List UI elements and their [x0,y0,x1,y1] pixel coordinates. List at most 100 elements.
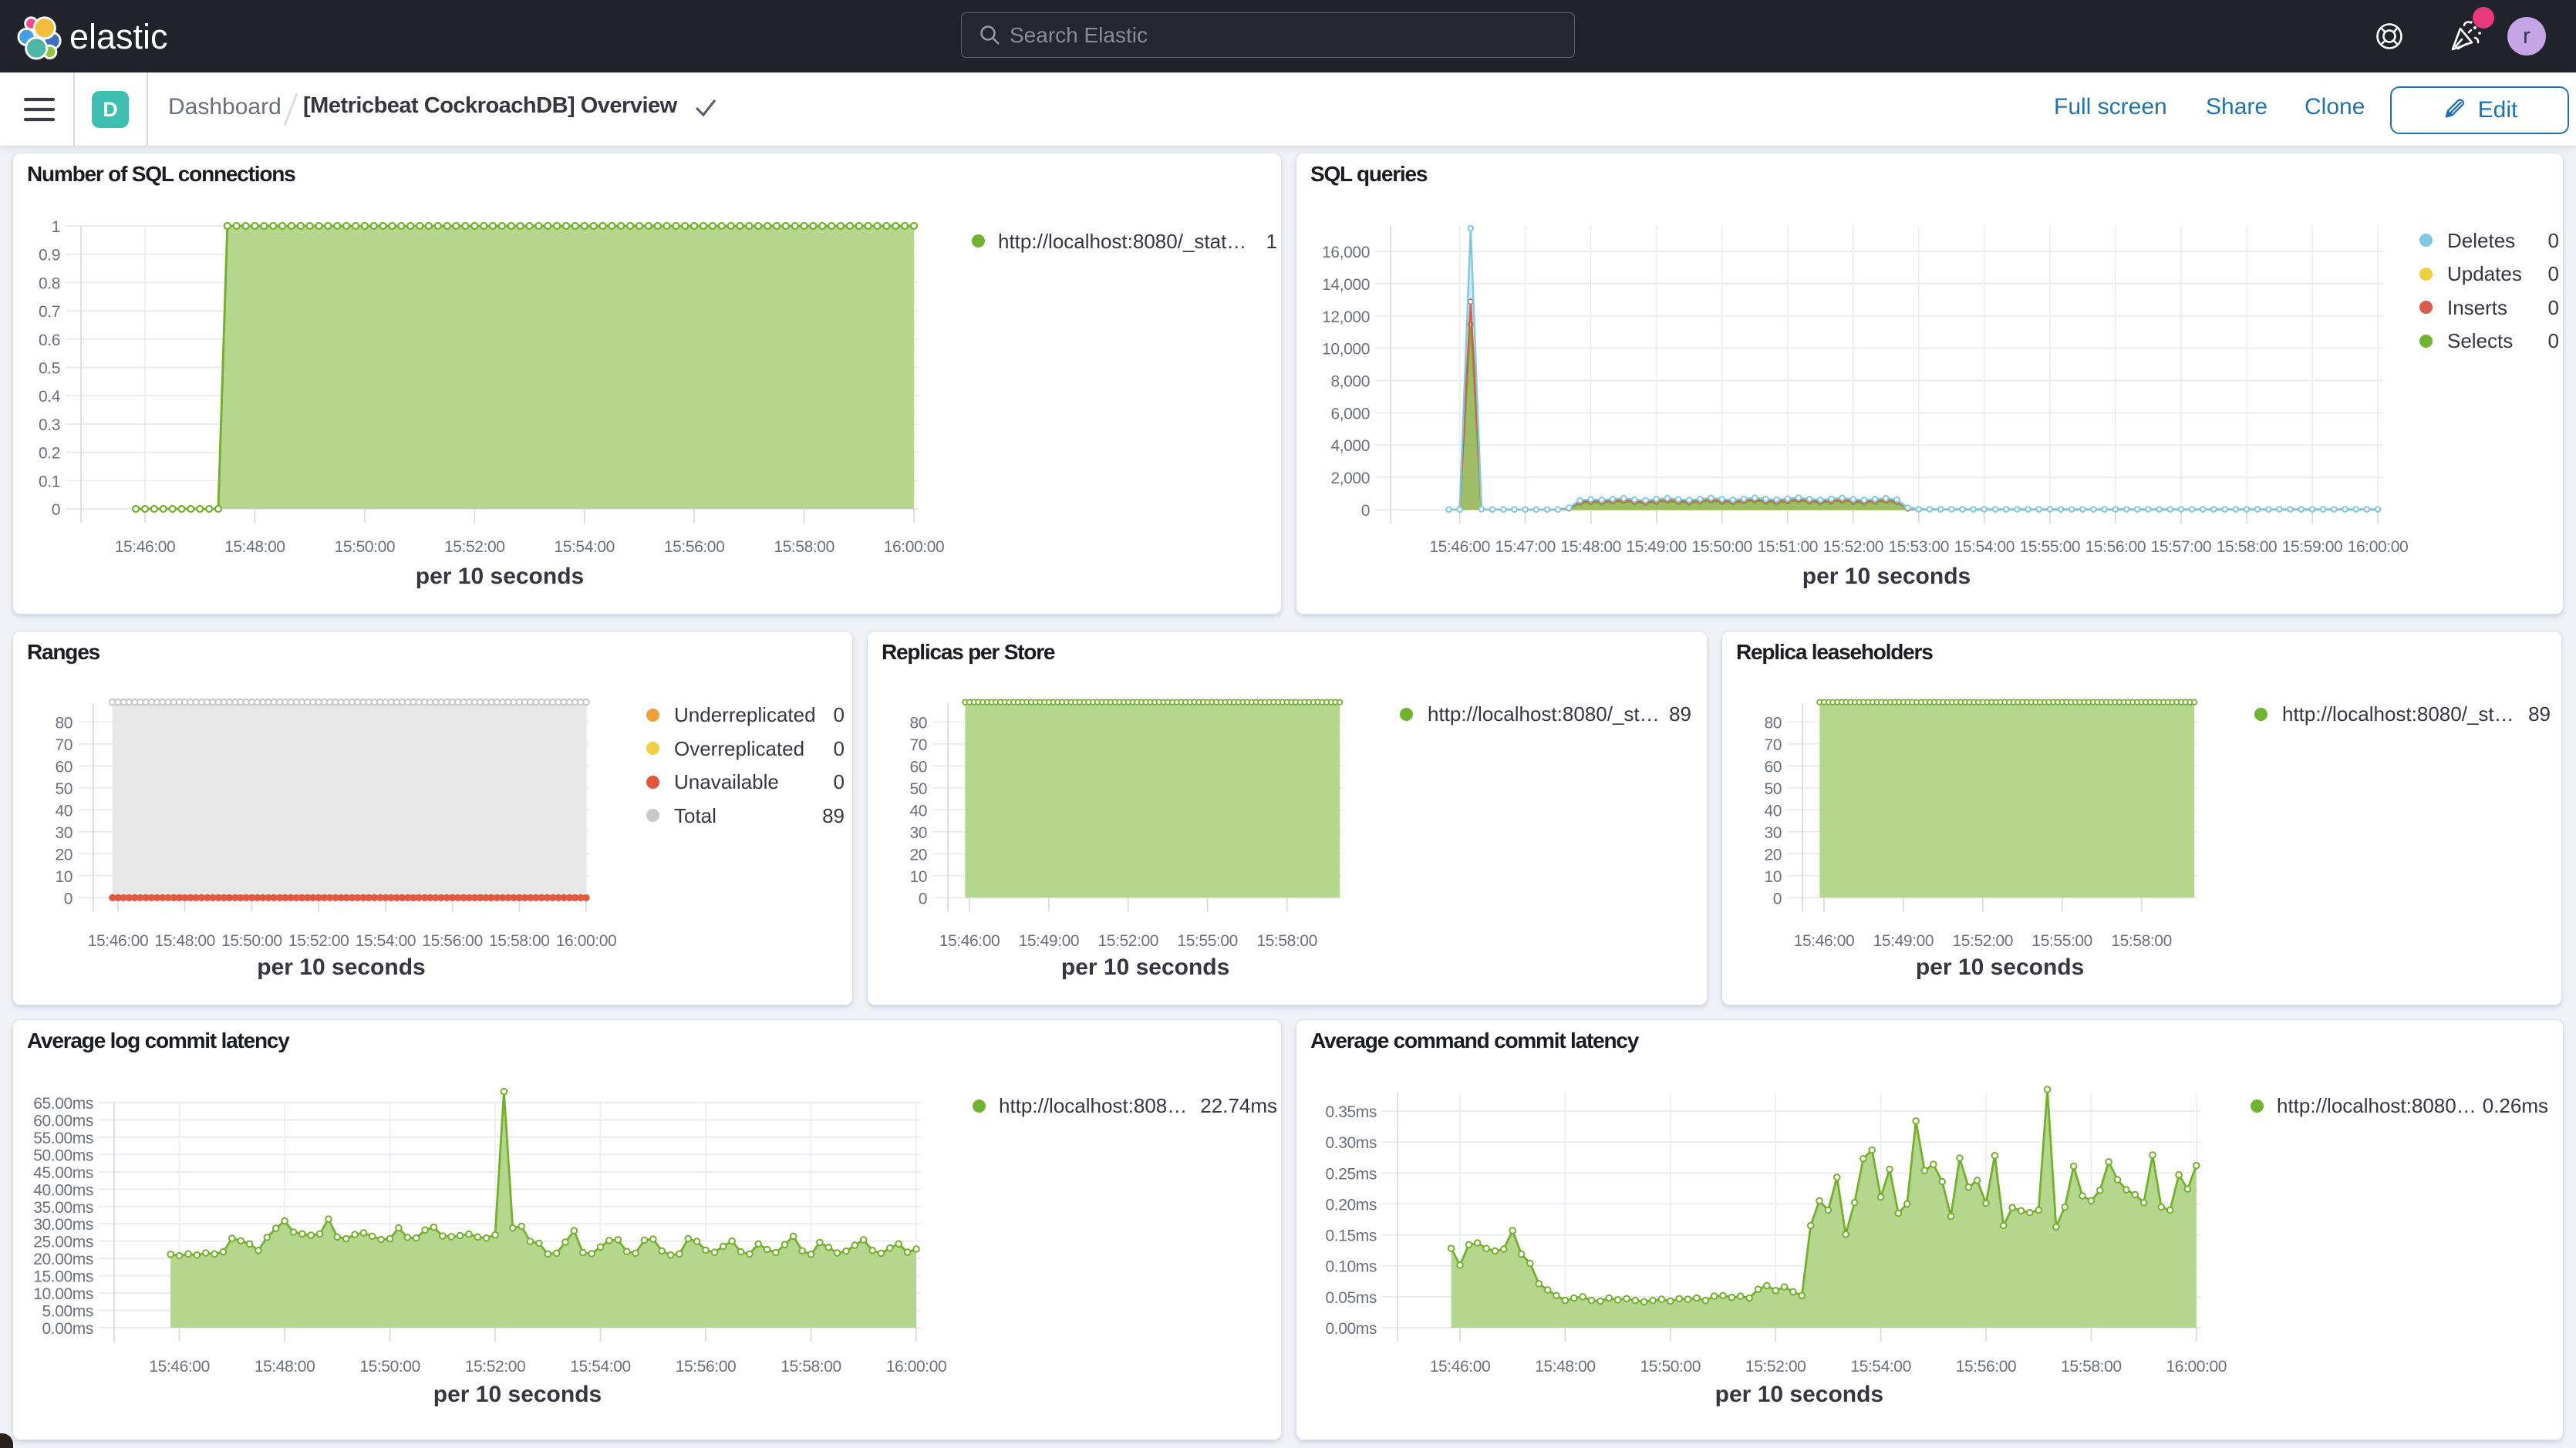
svg-text:5.00ms: 5.00ms [42,1303,93,1321]
svg-text:35.00ms: 35.00ms [33,1199,93,1217]
svg-text:1: 1 [52,218,60,236]
svg-text:40: 40 [1764,802,1782,820]
svg-text:0.30ms: 0.30ms [1326,1134,1377,1152]
svg-text:15:48:00: 15:48:00 [154,932,215,950]
svg-text:15:50:00: 15:50:00 [1691,538,1752,556]
svg-text:15:56:00: 15:56:00 [664,538,725,556]
svg-text:15:58:00: 15:58:00 [774,538,835,556]
svg-text:15:56:00: 15:56:00 [1956,1358,2017,1376]
svg-text:0: 0 [64,890,72,908]
svg-text:14,000: 14,000 [1322,276,1370,294]
svg-text:16:00:00: 16:00:00 [884,538,945,556]
svg-text:15:47:00: 15:47:00 [1495,538,1556,556]
svg-text:10: 10 [1764,868,1782,886]
svg-text:10,000: 10,000 [1322,341,1370,359]
svg-text:65.00ms: 65.00ms [33,1095,93,1113]
svg-text:0: 0 [1773,890,1782,908]
svg-text:40: 40 [55,802,72,820]
svg-text:15:55:00: 15:55:00 [2031,932,2092,950]
svg-text:20: 20 [1764,846,1782,864]
svg-text:0.15ms: 0.15ms [1326,1227,1377,1245]
svg-text:30: 30 [1764,824,1782,842]
svg-text:0: 0 [919,890,927,908]
svg-text:10.00ms: 10.00ms [33,1285,93,1303]
svg-text:30: 30 [55,824,72,842]
svg-text:15:52:00: 15:52:00 [465,1358,526,1376]
svg-text:15:46:00: 15:46:00 [1430,1358,1491,1376]
svg-text:16,000: 16,000 [1322,244,1370,261]
svg-text:16:00:00: 16:00:00 [886,1358,947,1376]
svg-text:40: 40 [909,802,927,820]
svg-text:10: 10 [909,868,927,886]
svg-text:15:58:00: 15:58:00 [489,932,550,950]
svg-text:15:52:00: 15:52:00 [1823,538,1884,556]
svg-text:15:54:00: 15:54:00 [1954,538,2015,556]
svg-text:15:58:00: 15:58:00 [2111,932,2172,950]
svg-text:15:54:00: 15:54:00 [554,538,615,556]
svg-text:15:46:00: 15:46:00 [939,932,1000,950]
svg-text:45.00ms: 45.00ms [33,1164,93,1182]
svg-text:15:48:00: 15:48:00 [1535,1358,1596,1376]
svg-text:60: 60 [909,758,927,776]
svg-text:50: 50 [1764,780,1782,798]
svg-text:15:48:00: 15:48:00 [224,538,285,556]
svg-text:15:56:00: 15:56:00 [676,1358,737,1376]
svg-text:15:49:00: 15:49:00 [1626,538,1687,556]
svg-text:15:59:00: 15:59:00 [2282,538,2343,556]
svg-text:15:49:00: 15:49:00 [1873,932,1934,950]
svg-text:0.4: 0.4 [39,388,61,406]
svg-text:15.00ms: 15.00ms [33,1268,93,1286]
svg-text:0.1: 0.1 [39,473,60,490]
svg-text:30: 30 [909,824,927,842]
svg-text:0.00ms: 0.00ms [42,1320,93,1338]
svg-text:12,000: 12,000 [1322,308,1370,326]
svg-text:15:56:00: 15:56:00 [2085,538,2146,556]
svg-text:15:51:00: 15:51:00 [1758,538,1819,556]
svg-text:55.00ms: 55.00ms [33,1130,93,1147]
svg-text:6,000: 6,000 [1330,405,1370,423]
svg-text:0.20ms: 0.20ms [1326,1196,1377,1214]
svg-text:15:46:00: 15:46:00 [115,538,176,556]
svg-text:15:57:00: 15:57:00 [2151,538,2212,556]
svg-text:60: 60 [1764,758,1782,776]
svg-text:0: 0 [1361,502,1370,520]
svg-text:15:58:00: 15:58:00 [2061,1358,2122,1376]
svg-text:60: 60 [55,758,72,776]
svg-text:20: 20 [55,846,72,864]
svg-text:15:52:00: 15:52:00 [1745,1358,1806,1376]
svg-text:15:53:00: 15:53:00 [1889,538,1950,556]
svg-text:15:52:00: 15:52:00 [1098,932,1159,950]
svg-text:15:58:00: 15:58:00 [1256,932,1317,950]
svg-text:70: 70 [909,736,927,754]
svg-text:15:54:00: 15:54:00 [570,1358,631,1376]
svg-text:15:50:00: 15:50:00 [359,1358,420,1376]
svg-text:25.00ms: 25.00ms [33,1234,93,1251]
svg-text:15:49:00: 15:49:00 [1019,932,1080,950]
svg-text:15:46:00: 15:46:00 [88,932,149,950]
svg-text:15:58:00: 15:58:00 [2217,538,2278,556]
svg-text:80: 80 [55,714,72,732]
svg-text:15:46:00: 15:46:00 [1429,538,1490,556]
svg-text:15:55:00: 15:55:00 [1177,932,1238,950]
svg-text:0.5: 0.5 [39,360,60,378]
svg-text:8,000: 8,000 [1330,373,1370,391]
svg-text:20: 20 [909,846,927,864]
svg-text:15:54:00: 15:54:00 [356,932,416,950]
svg-text:0.25ms: 0.25ms [1326,1165,1377,1183]
svg-text:60.00ms: 60.00ms [33,1113,93,1130]
svg-text:2,000: 2,000 [1330,470,1370,487]
svg-text:0: 0 [52,501,60,519]
svg-text:15:48:00: 15:48:00 [1560,538,1621,556]
svg-text:70: 70 [1764,736,1782,754]
svg-text:15:48:00: 15:48:00 [255,1358,315,1376]
svg-text:15:52:00: 15:52:00 [444,538,505,556]
svg-text:50: 50 [55,780,72,798]
svg-text:0.00ms: 0.00ms [1326,1320,1377,1338]
svg-text:15:52:00: 15:52:00 [288,932,349,950]
svg-text:15:50:00: 15:50:00 [1640,1358,1701,1376]
svg-text:15:54:00: 15:54:00 [1850,1358,1911,1376]
svg-text:30.00ms: 30.00ms [33,1216,93,1234]
svg-text:0.35ms: 0.35ms [1326,1103,1377,1121]
svg-text:15:50:00: 15:50:00 [221,932,282,950]
svg-text:16:00:00: 16:00:00 [2166,1358,2227,1376]
